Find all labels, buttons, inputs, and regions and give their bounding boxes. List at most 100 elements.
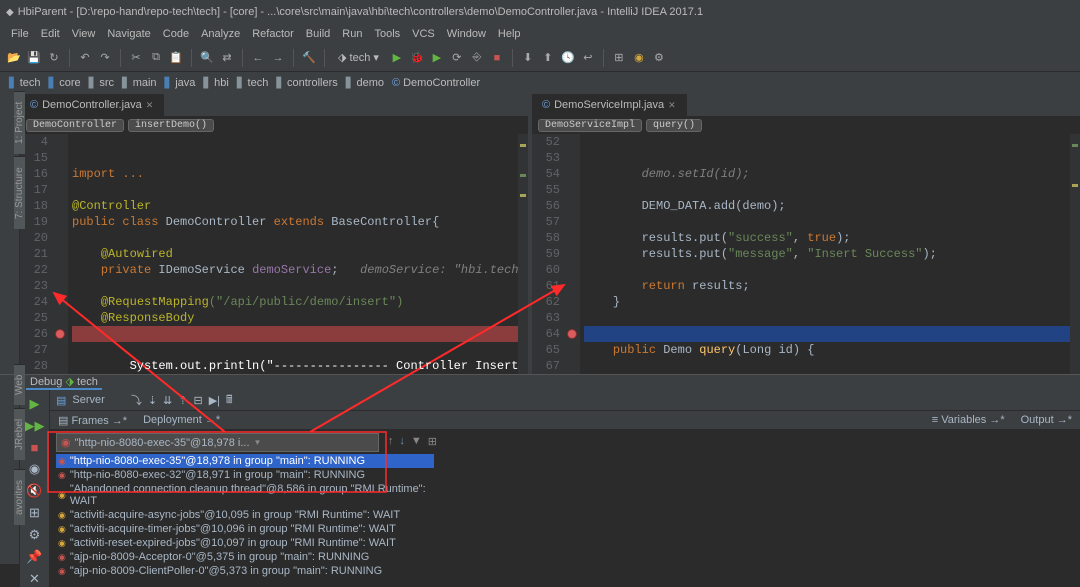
output-tab[interactable]: Output →* xyxy=(1013,414,1080,426)
menu-file[interactable]: File xyxy=(6,28,34,40)
stop-icon[interactable]: ■ xyxy=(489,50,505,66)
crumb-method[interactable]: query() xyxy=(646,119,702,132)
copy-icon[interactable]: ⧉ xyxy=(148,50,164,66)
debug-tab[interactable]: Debug ⬗ tech xyxy=(26,375,102,390)
sidetab-web[interactable]: Web xyxy=(14,364,25,405)
sync-icon[interactable]: ↻ xyxy=(46,50,62,66)
resume-icon[interactable]: ▶▶ xyxy=(25,418,45,434)
attach-icon[interactable]: ⎆ xyxy=(469,50,485,66)
breakpoint-icon[interactable] xyxy=(55,329,65,339)
menu-edit[interactable]: Edit xyxy=(36,28,65,40)
menu-refactor[interactable]: Refactor xyxy=(247,28,299,40)
crumb-java[interactable]: ▋java xyxy=(162,77,199,89)
crumb-method[interactable]: insertDemo() xyxy=(128,119,214,132)
crumb-demo[interactable]: ▋demo xyxy=(343,77,387,89)
crumb-main[interactable]: ▋main xyxy=(119,77,160,89)
variables-tab[interactable]: ≡ Variables →* xyxy=(924,414,1013,426)
open-icon[interactable]: 📂 xyxy=(6,50,22,66)
layout-icon[interactable]: ⊞ xyxy=(29,505,40,521)
vcs-history-icon[interactable]: 🕓 xyxy=(560,50,576,66)
breakpoint-icon[interactable] xyxy=(567,329,577,339)
breakpoints-icon[interactable]: ◉ xyxy=(29,461,40,477)
redo-icon[interactable]: ↷ xyxy=(97,50,113,66)
tab-democontroller[interactable]: © DemoController.java ✕ xyxy=(20,94,164,116)
coverage-icon[interactable]: ▶ xyxy=(429,50,445,66)
replace-icon[interactable]: ⇄ xyxy=(219,50,235,66)
run-config-selector[interactable]: ⬗ tech ▾ xyxy=(332,51,385,64)
variables-panel[interactable] xyxy=(440,430,1080,587)
vcs-revert-icon[interactable]: ↩ xyxy=(580,50,596,66)
thread-selector[interactable]: ◉ "http-nio-8080-exec-35"@18,978 i... ▼ xyxy=(56,433,379,452)
crumb-controllers[interactable]: ▋controllers xyxy=(273,77,340,89)
drop-frame-icon[interactable]: ⊟ xyxy=(193,394,202,407)
crumb-class[interactable]: DemoServiceImpl xyxy=(538,119,642,132)
menu-view[interactable]: View xyxy=(67,28,101,40)
code-left[interactable]: 4151617181920212223242526272829303132 im… xyxy=(20,134,528,374)
deployment-tab[interactable]: Deployment →* xyxy=(135,414,228,426)
forward-icon[interactable]: → xyxy=(270,50,286,66)
sidetab-structure[interactable]: 7: Structure xyxy=(14,156,25,229)
close-panel-icon[interactable]: ✕ xyxy=(29,571,40,587)
run-icon[interactable]: ▶ xyxy=(389,50,405,66)
save-icon[interactable]: 💾 xyxy=(26,50,42,66)
code-body-right[interactable]: demo.setId(id); DEMO_DATA.add(demo); res… xyxy=(580,134,1070,374)
prev-frame-icon[interactable]: ↑ xyxy=(385,435,397,447)
close-icon[interactable]: ✕ xyxy=(668,100,676,111)
thread-row[interactable]: ◉"http-nio-8080-exec-35"@18,978 in group… xyxy=(56,454,434,468)
step-out-icon[interactable]: ⇡ xyxy=(178,394,187,407)
step-into-icon[interactable]: ⇣ xyxy=(148,394,157,407)
rerun-icon[interactable]: ▶ xyxy=(30,396,40,412)
menu-window[interactable]: Window xyxy=(442,28,491,40)
cut-icon[interactable]: ✂ xyxy=(128,50,144,66)
sidetab-jrebel[interactable]: JRebel xyxy=(14,408,25,460)
force-step-icon[interactable]: ⇊ xyxy=(163,394,172,407)
thread-row[interactable]: ◉"Abandoned connection cleanup thread"@8… xyxy=(56,482,434,508)
stop-icon[interactable]: ■ xyxy=(31,440,39,455)
crumb-class[interactable]: DemoController xyxy=(26,119,124,132)
menu-vcs[interactable]: VCS xyxy=(407,28,440,40)
find-icon[interactable]: 🔍 xyxy=(199,50,215,66)
settings-icon[interactable]: ⚙ xyxy=(651,50,667,66)
next-frame-icon[interactable]: ↓ xyxy=(396,435,408,447)
build-icon[interactable]: 🔨 xyxy=(301,50,317,66)
crumb-src[interactable]: ▋src xyxy=(86,77,117,89)
thread-row[interactable]: ◉"activiti-acquire-async-jobs"@10,095 in… xyxy=(56,508,434,522)
error-stripe-left[interactable] xyxy=(518,134,528,374)
jrebel-icon[interactable]: ◉ xyxy=(631,50,647,66)
code-right[interactable]: 5253545556575859606162636465676869707172… xyxy=(532,134,1080,374)
menu-tools[interactable]: Tools xyxy=(369,28,405,40)
filter-icon[interactable]: ▼ xyxy=(408,435,425,447)
undo-icon[interactable]: ↶ xyxy=(77,50,93,66)
crumb-core[interactable]: ▋core xyxy=(46,77,84,89)
profile-icon[interactable]: ⟳ xyxy=(449,50,465,66)
thread-row[interactable]: ◉"ajp-nio-8009-Acceptor-0"@5,375 in grou… xyxy=(56,550,434,564)
thread-row[interactable]: ◉"activiti-reset-expired-jobs"@10,097 in… xyxy=(56,536,434,550)
sidetab-project[interactable]: 1: Project xyxy=(14,91,25,154)
code-body-left[interactable]: import ... @Controller public class Demo… xyxy=(68,134,518,374)
menu-analyze[interactable]: Analyze xyxy=(196,28,245,40)
menu-run[interactable]: Run xyxy=(337,28,367,40)
thread-row[interactable]: ◉"http-nio-8080-exec-32"@18,971 in group… xyxy=(56,468,434,482)
settings-icon[interactable]: ⚙ xyxy=(29,527,41,543)
thread-list[interactable]: ◉"http-nio-8080-exec-35"@18,978 in group… xyxy=(50,452,440,580)
thread-row[interactable]: ◉"activiti-acquire-timer-jobs"@10,096 in… xyxy=(56,522,434,536)
evaluate-icon[interactable]: 🖩 xyxy=(226,391,233,410)
vcs-update-icon[interactable]: ⬇ xyxy=(520,50,536,66)
crumb-tech2[interactable]: ▋tech xyxy=(234,77,272,89)
menu-help[interactable]: Help xyxy=(493,28,526,40)
vcs-commit-icon[interactable]: ⬆ xyxy=(540,50,556,66)
menu-build[interactable]: Build xyxy=(301,28,335,40)
tab-demoserviceimpl[interactable]: © DemoServiceImpl.java ✕ xyxy=(532,94,687,116)
mute-icon[interactable]: 🔇 xyxy=(26,483,42,499)
structure-icon[interactable]: ⊞ xyxy=(611,50,627,66)
server-label[interactable]: Server xyxy=(72,394,104,406)
step-over-icon[interactable]: ⤵ xyxy=(131,392,142,408)
debug-icon[interactable]: 🐞 xyxy=(409,50,425,66)
thread-row[interactable]: ◉"ajp-nio-8009-ClientPoller-0"@5,373 in … xyxy=(56,564,434,578)
thread-dump-icon[interactable]: ⊞ xyxy=(425,435,440,448)
error-stripe-right[interactable] xyxy=(1070,134,1080,374)
crumb-hbi[interactable]: ▋hbi xyxy=(200,77,231,89)
close-icon[interactable]: ✕ xyxy=(146,100,154,111)
frames-tab[interactable]: ▤ Frames →* xyxy=(50,414,135,427)
menu-code[interactable]: Code xyxy=(158,28,194,40)
